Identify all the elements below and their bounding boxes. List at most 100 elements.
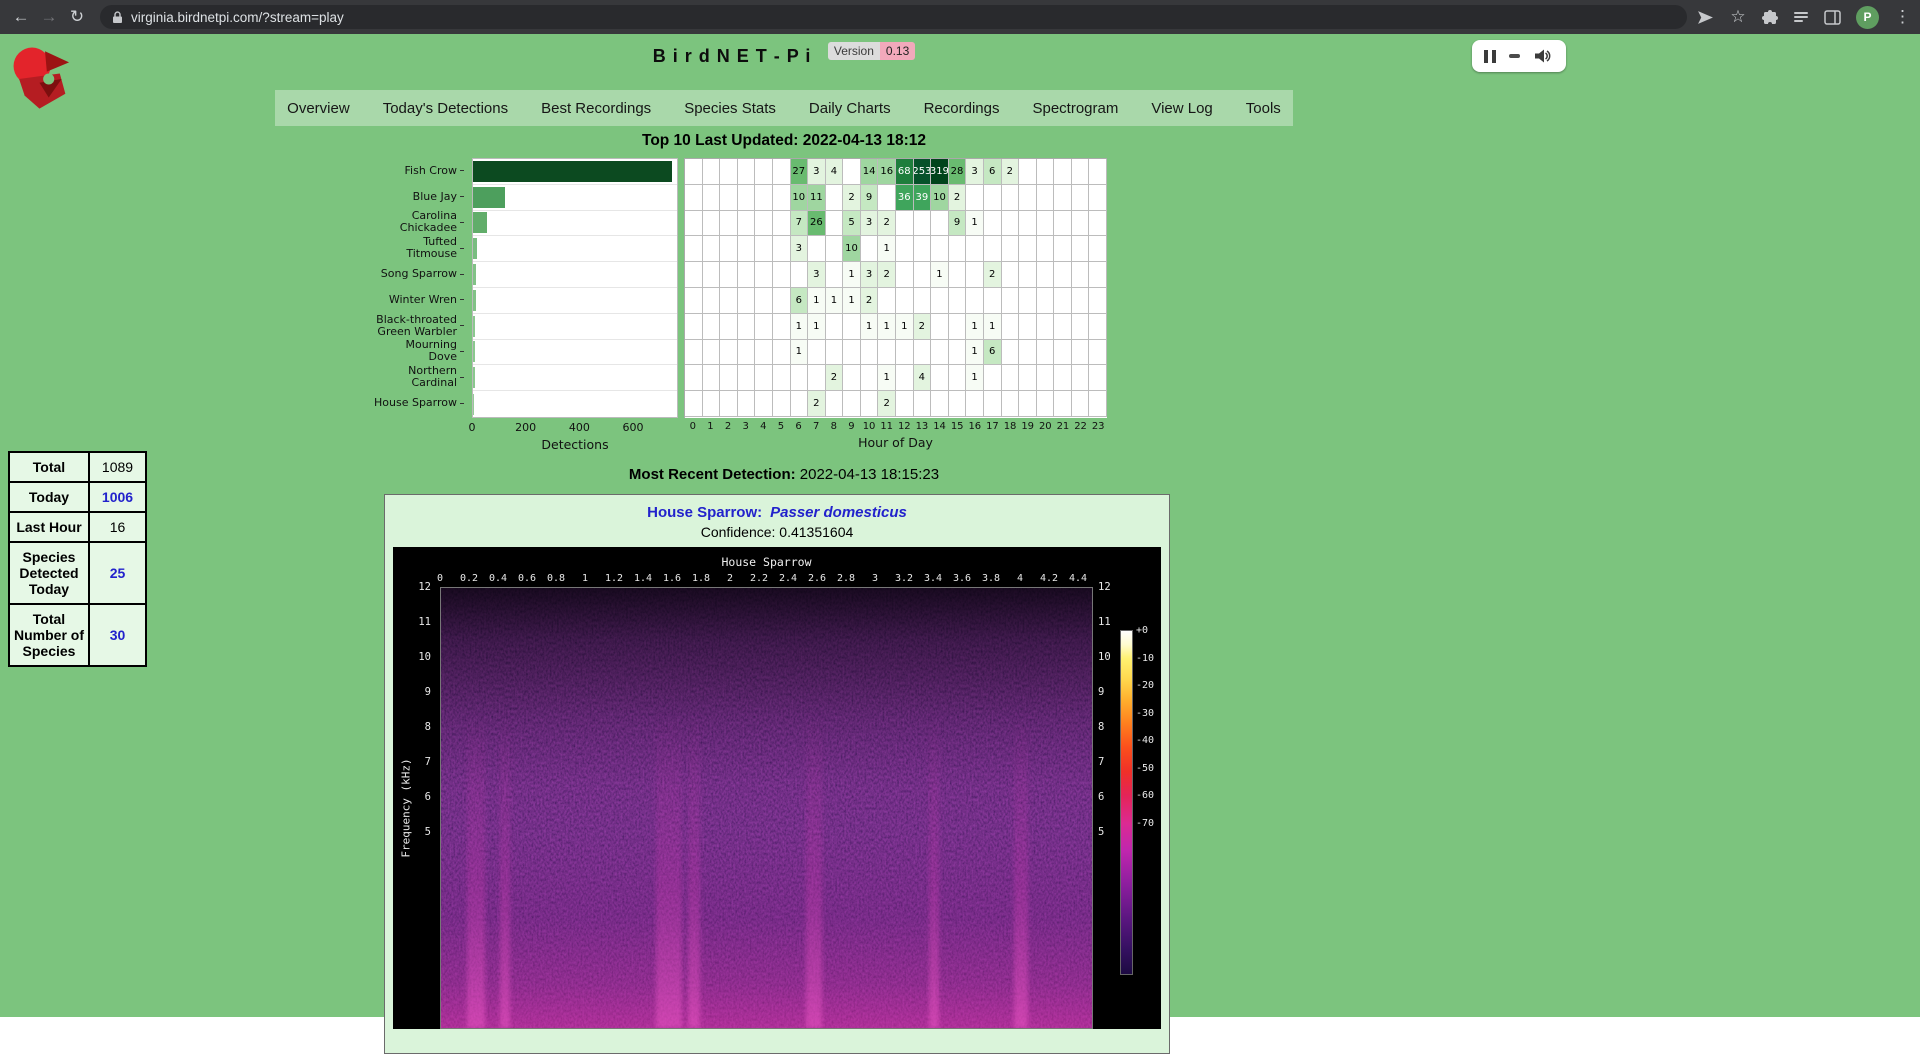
hour-tick: 15 (948, 421, 966, 432)
heat-cell (843, 391, 861, 417)
reload-icon[interactable]: ↻ (64, 0, 90, 34)
detection-confidence: Confidence: 0.41351604 (385, 524, 1169, 540)
detection-panel: House Sparrow: Passer domesticus Confiden… (384, 494, 1170, 1054)
bar-row (473, 236, 677, 262)
species-label: House Sparrow (374, 390, 464, 416)
detection-sci-link[interactable]: Passer domesticus (770, 504, 907, 521)
heat-cell (791, 262, 809, 288)
heat-cell (703, 314, 721, 340)
spectrogram-y-tick: 12 (393, 581, 431, 593)
back-icon[interactable]: ← (8, 0, 34, 34)
heat-cell: 5 (843, 211, 861, 237)
nav-item-daily-charts[interactable]: Daily Charts (809, 100, 891, 117)
hour-tick: 8 (825, 421, 843, 432)
reading-list-icon[interactable] (1793, 9, 1809, 25)
heat-cell (773, 185, 791, 211)
heat-cell (966, 262, 984, 288)
heat-cell: 28 (949, 159, 967, 185)
extensions-icon[interactable] (1762, 9, 1778, 25)
stats-value[interactable]: 25 (89, 542, 146, 604)
nav-item-best-recordings[interactable]: Best Recordings (541, 100, 651, 117)
detection-species-link[interactable]: House Sparrow: (647, 504, 762, 521)
stats-row: Last Hour16 (9, 512, 146, 542)
heat-cell: 2 (878, 262, 896, 288)
hour-tick: 14 (931, 421, 949, 432)
heat-cell (1002, 288, 1020, 314)
heat-cell: 1 (966, 211, 984, 237)
url-bar[interactable]: virginia.birdnetpi.com/?stream=play (100, 5, 1687, 29)
bar-row (473, 262, 677, 288)
detections-bar (473, 394, 474, 415)
heat-cell: 2 (826, 365, 844, 391)
side-panel-icon[interactable] (1824, 10, 1841, 25)
heat-cell (685, 262, 703, 288)
spectrogram-y-tick: 11 (393, 616, 431, 628)
heat-cell: 1 (966, 365, 984, 391)
bar-chart (472, 158, 678, 418)
forward-icon[interactable]: → (36, 0, 62, 34)
nav-item-view-log[interactable]: View Log (1151, 100, 1212, 117)
heat-cell (685, 185, 703, 211)
spectrogram-x-tick: 3.6 (953, 573, 971, 584)
stats-label: Today (9, 482, 89, 512)
stats-label: Total Number of Species (9, 604, 89, 666)
spectrogram-y-tick: 12 (1098, 581, 1111, 593)
heat-cell (755, 391, 773, 417)
heat-cell (720, 288, 738, 314)
spectrogram-colorbar-tick: +0 (1136, 625, 1148, 636)
heat-cell (861, 236, 879, 262)
bar-tick: 200 (515, 421, 536, 434)
hour-tick: 10 (860, 421, 878, 432)
heat-cell (861, 340, 879, 366)
heat-cell (1089, 340, 1107, 366)
chart-plot-row: Fish CrowBlue JayCarolina ChickadeeTufte… (374, 158, 1107, 418)
spectrogram-x-tick: 1.2 (605, 573, 623, 584)
audio-player[interactable] (1472, 40, 1566, 72)
heat-cell (685, 211, 703, 237)
bar-row (473, 391, 677, 417)
heat-cell (773, 288, 791, 314)
heat-cell (773, 262, 791, 288)
nav-item-today-s-detections[interactable]: Today's Detections (383, 100, 508, 117)
heat-cell (755, 159, 773, 185)
heat-cell (914, 236, 932, 262)
spectrogram-x-tick: 3.4 (924, 573, 942, 584)
hour-ticks: 01234567891011121314151617181920212223 (684, 421, 1107, 432)
detections-bar (473, 187, 505, 208)
heat-cell: 27 (791, 159, 809, 185)
menu-dots-icon[interactable]: ⋮ (1894, 0, 1908, 34)
detections-bar (473, 341, 475, 362)
hour-tick: 1 (702, 421, 720, 432)
spectrogram-x-tick: 2.4 (779, 573, 797, 584)
profile-avatar[interactable]: P (1856, 6, 1879, 29)
heat-cell (703, 365, 721, 391)
bookmark-star-icon[interactable]: ☆ (1729, 0, 1747, 34)
heat-cell: 3 (966, 159, 984, 185)
heat-cell (738, 314, 756, 340)
heat-cell (949, 314, 967, 340)
heat-cell (931, 314, 949, 340)
volume-icon[interactable] (1533, 47, 1551, 65)
nav-item-overview[interactable]: Overview (287, 100, 350, 117)
heat-cell (896, 340, 914, 366)
species-label: Northern Cardinal (374, 364, 464, 390)
player-time (1509, 54, 1520, 58)
heat-cell: 26 (808, 211, 826, 237)
recent-detection-label: Most Recent Detection: (629, 466, 796, 483)
nav-item-tools[interactable]: Tools (1246, 100, 1281, 117)
nav-item-spectrogram[interactable]: Spectrogram (1032, 100, 1118, 117)
heat-cell: 10 (843, 236, 861, 262)
spectrogram-x-tick: 3.2 (895, 573, 913, 584)
spectrogram-x-tick: 4 (1017, 573, 1023, 584)
nav-item-species-stats[interactable]: Species Stats (684, 100, 776, 117)
spectrogram-x-tick: 2.2 (750, 573, 768, 584)
heat-cell (808, 236, 826, 262)
heat-cell (755, 262, 773, 288)
pause-button[interactable] (1484, 50, 1496, 63)
spectrogram-y-tick: 10 (1098, 651, 1111, 663)
stats-value[interactable]: 1006 (89, 482, 146, 512)
stats-value[interactable]: 30 (89, 604, 146, 666)
send-icon[interactable] (1697, 9, 1714, 26)
nav-item-recordings[interactable]: Recordings (924, 100, 1000, 117)
heat-cell (914, 262, 932, 288)
